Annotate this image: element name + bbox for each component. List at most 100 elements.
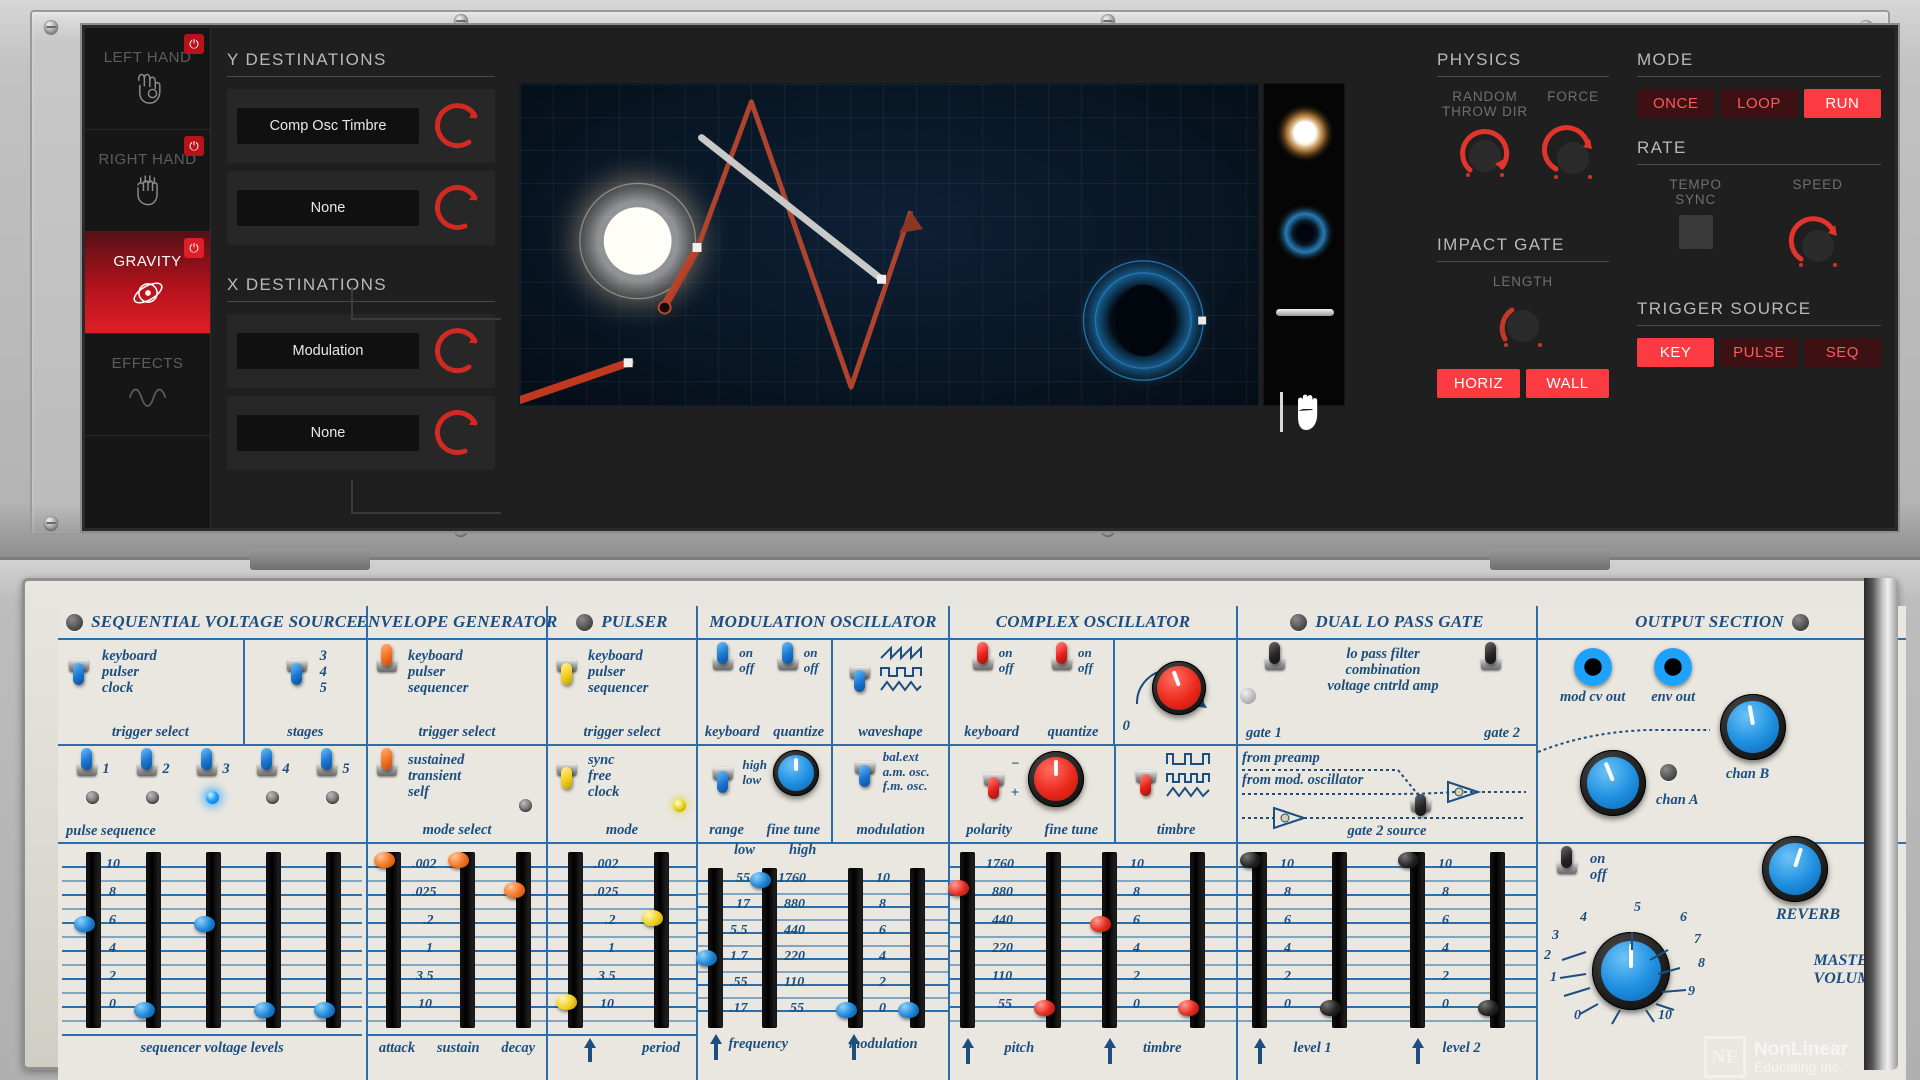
svs-step-switch-4[interactable] <box>254 748 280 786</box>
svs-trigger-select-switch[interactable] <box>66 648 92 685</box>
rail-item-right-hand[interactable]: ⏻ RIGHT HAND <box>85 130 210 232</box>
co-polarity-switch[interactable] <box>981 762 1007 799</box>
hand-grab-tool[interactable] <box>1264 384 1346 440</box>
mo-quantize-switch[interactable] <box>775 642 801 680</box>
lpg-arrow-up-icon-2 <box>1412 1038 1424 1064</box>
lpg-level1-slider-b[interactable] <box>1320 1000 1341 1016</box>
svs-slider-1[interactable] <box>74 916 95 932</box>
x-destination-amount-knob-2[interactable] <box>429 405 485 461</box>
pulser-scale-4: 3.5 <box>598 969 616 984</box>
co-fine-tune-knob[interactable] <box>1027 751 1084 807</box>
svs-step-switch-2[interactable] <box>134 748 160 786</box>
mo-frequency-high-slider[interactable] <box>750 872 771 888</box>
force-knob[interactable] <box>1542 125 1604 187</box>
power-icon[interactable]: ⏻ <box>184 34 204 54</box>
reverb-knob[interactable] <box>1762 836 1828 902</box>
co-pitch-slider-2[interactable] <box>1034 1000 1055 1016</box>
mo-modulation-switch[interactable] <box>852 750 878 787</box>
module-title: OUTPUT SECTION <box>1635 612 1784 631</box>
mo-keyboard-switch[interactable] <box>710 642 736 680</box>
svs-slider-3[interactable] <box>194 916 215 932</box>
mo-modulation-slider-1[interactable] <box>836 1002 857 1018</box>
mode-once-button[interactable]: ONCE <box>1637 89 1715 118</box>
y-destination-amount-knob-2[interactable] <box>429 180 485 236</box>
mo-fine-tune-knob[interactable] <box>772 750 819 796</box>
x-destination-select-1[interactable]: Modulation <box>237 333 419 369</box>
lpg-level2-slider-a[interactable] <box>1398 852 1419 868</box>
tempo-sync-label: TEMPO SYNC <box>1669 177 1722 208</box>
rail-item-gravity[interactable]: ⏻ GRAVITY <box>85 232 210 334</box>
power-icon[interactable]: ⏻ <box>184 136 204 156</box>
svs-step-switch-1[interactable] <box>74 748 100 786</box>
trigger-source-key-button[interactable]: KEY <box>1637 338 1715 368</box>
x-destination-amount-knob-1[interactable] <box>429 323 485 379</box>
mo-frequency-low-slider[interactable] <box>696 950 717 966</box>
co-timbre-slider-1[interactable] <box>1090 916 1111 932</box>
mo-range-switch[interactable] <box>710 756 736 793</box>
svs-step-switch-5[interactable] <box>314 748 340 786</box>
pulser-scale-3: 1 <box>608 941 615 956</box>
lpg-gate1-switch[interactable] <box>1262 642 1288 680</box>
sun-emitter-tool[interactable] <box>1264 98 1346 168</box>
blackhole-tool[interactable] <box>1264 198 1346 268</box>
y-destination-select-1[interactable]: Comp Osc Timbre <box>237 108 419 144</box>
reverb-label: REVERB <box>1775 906 1840 923</box>
eg-decay-slider[interactable] <box>504 882 525 898</box>
svs-slider-5[interactable] <box>314 1002 335 1018</box>
pulser-slider-left[interactable] <box>556 994 577 1010</box>
svs-step-switch-3[interactable] <box>194 748 220 786</box>
gravity-physics-canvas[interactable] <box>519 83 1259 406</box>
co-scale-pitch-4: 110 <box>992 969 1013 984</box>
tempo-sync-toggle[interactable] <box>1678 215 1713 250</box>
impact-gate-wall-button[interactable]: WALL <box>1526 369 1609 399</box>
chan-b-label: chan B <box>1726 766 1770 782</box>
svs-slider-2[interactable] <box>134 1002 155 1018</box>
mode-run-button[interactable]: RUN <box>1803 89 1881 118</box>
speed-knob[interactable] <box>1787 213 1849 275</box>
co-timbre-slider-2[interactable] <box>1178 1000 1199 1016</box>
lpg-level2-slider-b[interactable] <box>1478 1000 1499 1016</box>
trigger-source-pulse-button[interactable]: PULSE <box>1720 338 1798 368</box>
trigger-source-title: TRIGGER SOURCE <box>1637 299 1881 327</box>
co-fine-tune-label: fine tune <box>1044 822 1099 838</box>
co-quantize-label: quantize <box>1047 724 1099 740</box>
eg-sustain-slider[interactable] <box>448 852 469 868</box>
mode-loop-button[interactable]: LOOP <box>1720 89 1798 118</box>
y-destination-amount-knob-1[interactable] <box>429 98 485 154</box>
eg-mode-select-switch[interactable] <box>374 748 400 786</box>
power-icon[interactable]: ⏻ <box>184 238 204 258</box>
lpg-gate2-switch[interactable] <box>1478 642 1504 680</box>
chan-a-knob[interactable] <box>1580 750 1646 816</box>
co-timbre-knob[interactable] <box>1152 661 1207 715</box>
mo-modulation-slider-2[interactable] <box>898 1002 919 1018</box>
force-label: FORCE <box>1547 89 1599 104</box>
mod-cv-out-jack[interactable] <box>1573 648 1612 686</box>
mo-fine-tune-label: fine tune <box>766 822 821 838</box>
co-quantize-switch[interactable] <box>1049 642 1075 680</box>
eg-trigger-select-switch[interactable] <box>374 644 400 682</box>
mo-waveshape-switch[interactable] <box>847 655 873 692</box>
y-destination-select-2[interactable]: None <box>237 190 419 226</box>
co-keyboard-switch[interactable] <box>970 642 996 680</box>
random-throw-dir-knob[interactable] <box>1454 123 1516 185</box>
wall-tool[interactable] <box>1264 292 1346 332</box>
svs-stages-switch[interactable] <box>284 648 310 685</box>
impact-gate-length-knob[interactable] <box>1492 293 1554 355</box>
trigger-source-seq-button[interactable]: SEQ <box>1803 338 1881 368</box>
co-pitch-slider-1[interactable] <box>948 880 969 896</box>
output-on-off-switch[interactable] <box>1554 846 1580 884</box>
co-scale-timbre-2: 6 <box>1133 913 1140 928</box>
x-destination-select-2[interactable]: None <box>237 415 419 451</box>
pulser-mode-switch[interactable] <box>554 752 580 789</box>
rail-item-effects[interactable]: EFFECTS <box>85 334 210 436</box>
impact-gate-horiz-button[interactable]: HORIZ <box>1437 369 1520 399</box>
pulser-period-slider[interactable] <box>642 910 663 926</box>
env-out-jack[interactable] <box>1654 648 1693 686</box>
eg-attack-slider[interactable] <box>374 852 395 868</box>
chan-b-knob[interactable] <box>1720 694 1786 760</box>
svs-slider-4[interactable] <box>254 1002 275 1018</box>
pulser-trigger-select-switch[interactable] <box>554 648 580 685</box>
rail-item-left-hand[interactable]: ⏻ LEFT HAND <box>85 28 210 130</box>
lpg-level1-slider-a[interactable] <box>1240 852 1261 868</box>
co-timbre-switch[interactable] <box>1133 759 1159 796</box>
